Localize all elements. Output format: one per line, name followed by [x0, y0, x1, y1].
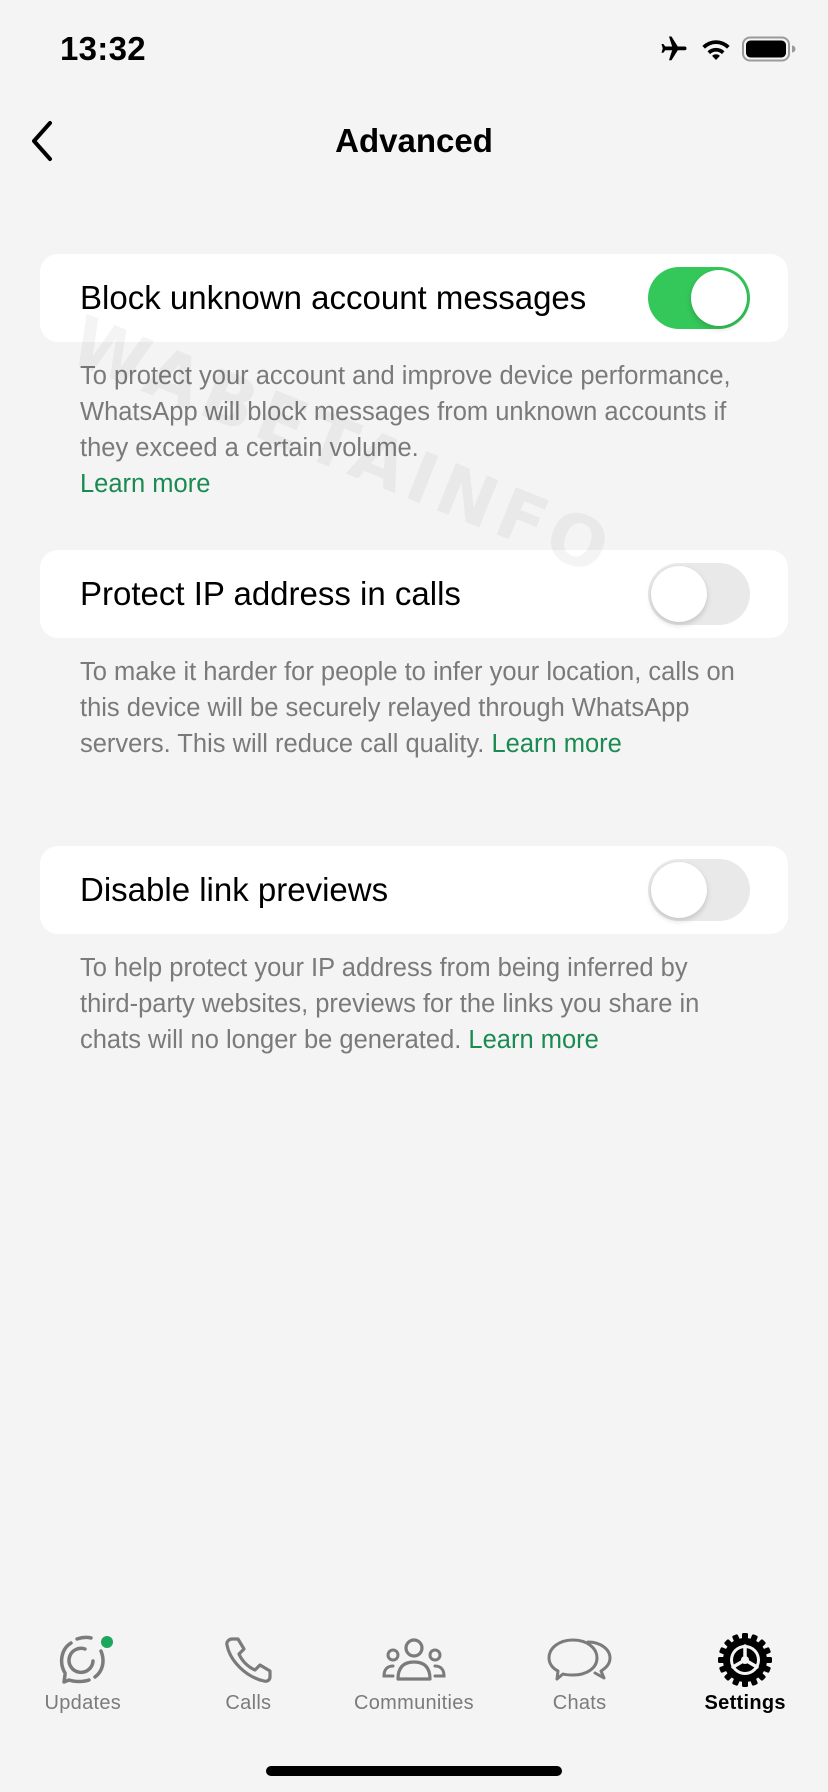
learn-more-link[interactable]: Learn more	[80, 470, 210, 498]
tab-label: Communities	[353, 1692, 474, 1714]
setting-label: Block unknown account messages	[80, 279, 587, 316]
tab-bar: Updates Calls Communities Chats Settings	[0, 1630, 828, 1730]
description-text: To help protect your IP address from bei…	[80, 954, 700, 1054]
status-time: 13:32	[60, 30, 146, 67]
tab-chats[interactable]: Chats	[497, 1630, 663, 1730]
tab-communities[interactable]: Communities	[331, 1630, 497, 1730]
tab-settings[interactable]: Settings	[662, 1630, 828, 1730]
block-unknown-toggle[interactable]	[648, 267, 750, 329]
status-bar: 13:32	[0, 0, 828, 100]
toggle-knob	[651, 566, 707, 622]
setting-label: Disable link previews	[80, 871, 389, 908]
status-icons	[658, 34, 796, 69]
protect-ip-toggle[interactable]	[648, 563, 750, 625]
home-indicator	[266, 1766, 562, 1776]
settings-list: Block unknown account messages To protec…	[40, 254, 788, 1142]
tab-updates[interactable]: Updates	[0, 1630, 166, 1730]
learn-more-link[interactable]: Learn more	[468, 1026, 598, 1054]
toggle-knob	[651, 862, 707, 918]
page-title: Advanced	[335, 122, 493, 159]
chats-icon	[547, 1638, 612, 1681]
gear-icon	[718, 1633, 773, 1687]
setting-card: Block unknown account messages	[40, 254, 788, 342]
setting-protect-ip: Protect IP address in calls To make it h…	[40, 550, 788, 806]
wifi-icon	[700, 36, 732, 67]
learn-more-link[interactable]: Learn more	[491, 730, 621, 758]
airplane-icon	[658, 34, 690, 69]
updates-badge-dot	[100, 1636, 113, 1648]
communities-icon	[382, 1638, 446, 1681]
description-text: To protect your account and improve devi…	[80, 362, 731, 462]
setting-description: To make it harder for people to infer yo…	[40, 638, 788, 806]
toggle-knob	[691, 270, 747, 326]
tab-label: Calls	[225, 1692, 272, 1714]
setting-card: Disable link previews	[40, 846, 788, 934]
tab-label: Chats	[552, 1692, 607, 1714]
setting-block-unknown: Block unknown account messages To protec…	[40, 254, 788, 510]
setting-disable-link-previews: Disable link previews To help protect yo…	[40, 846, 788, 1102]
phone-icon	[225, 1637, 272, 1683]
tab-label: Settings	[704, 1692, 786, 1714]
navigation-bar: Advanced	[0, 100, 828, 180]
setting-description: To help protect your IP address from bei…	[40, 934, 788, 1102]
setting-description: To protect your account and improve devi…	[40, 342, 788, 510]
setting-label: Protect IP address in calls	[80, 575, 461, 612]
battery-icon	[742, 36, 796, 67]
setting-card: Protect IP address in calls	[40, 550, 788, 638]
disable-link-previews-toggle[interactable]	[648, 859, 750, 921]
description-text: To make it harder for people to infer yo…	[80, 658, 735, 758]
tab-calls[interactable]: Calls	[166, 1630, 332, 1730]
tab-label: Updates	[44, 1692, 122, 1714]
